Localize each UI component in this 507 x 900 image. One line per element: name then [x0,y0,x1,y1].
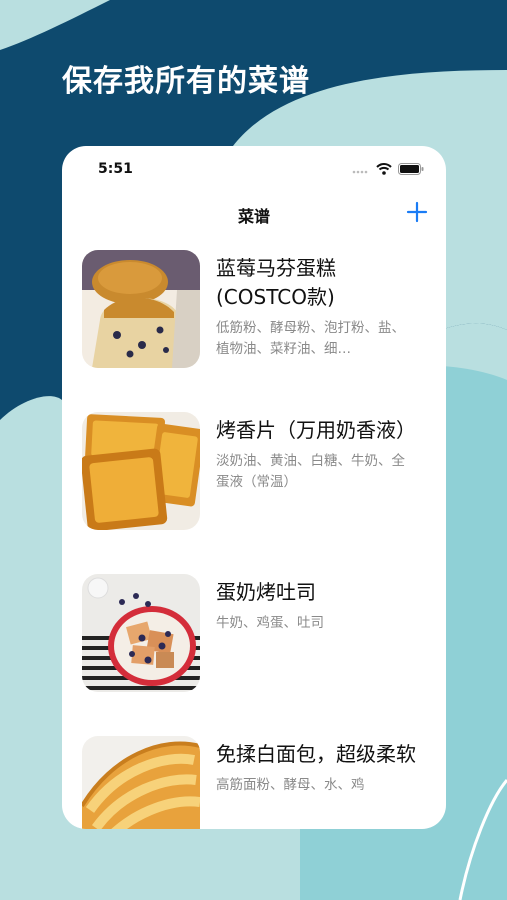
recipe-name: 蓝莓马芬蛋糕(COSTCO款) [216,256,336,309]
recipe-ingredients: 牛奶、鸡蛋、吐司 [216,615,324,631]
recipe-photo [82,736,200,829]
recipe-row[interactable]: 蓝莓马芬蛋糕(COSTCO款) 低筋粉、酵母粉、泡打粉、盐、植物油、菜籽油、细… [62,246,446,408]
recipe-photo [82,574,200,692]
recipe-ingredients: 淡奶油、黄油、白糖、牛奶、全蛋液（常温） [216,453,405,490]
recipe-row[interactable]: 烤香片（万用奶香液） 淡奶油、黄油、白糖、牛奶、全蛋液（常温） [62,408,446,570]
recipe-photo [82,250,200,368]
recipe-ingredients: 高筋面粉、酵母、水、鸡 [216,777,365,793]
recipe-info: 蓝莓马芬蛋糕(COSTCO款) 低筋粉、酵母粉、泡打粉、盐、植物油、菜籽油、细… [216,254,416,360]
nav-bar: 菜谱 [62,196,446,232]
plus-icon [406,201,428,223]
phone-screen: 5:51 菜谱 蓝莓马芬蛋糕(COSTCO款) 低筋粉、酵母粉、泡打粉、盐、植物… [62,146,446,829]
headline: 保存我所有的菜谱 [62,64,310,99]
recipe-info: 蛋奶烤吐司 牛奶、鸡蛋、吐司 [216,578,416,634]
recipe-info: 免揉白面包，超级柔软 高筋面粉、酵母、水、鸡 [216,740,416,796]
recipe-info: 烤香片（万用奶香液） 淡奶油、黄油、白糖、牛奶、全蛋液（常温） [216,416,416,493]
status-time: 5:51 [98,161,133,177]
page-title: 菜谱 [237,207,270,226]
battery-icon [398,163,424,175]
recipe-row[interactable]: 免揉白面包，超级柔软 高筋面粉、酵母、水、鸡 [62,732,446,829]
recipe-row[interactable]: 蛋奶烤吐司 牛奶、鸡蛋、吐司 [62,570,446,732]
status-bar: 5:51 [62,146,446,196]
recipe-list: 蓝莓马芬蛋糕(COSTCO款) 低筋粉、酵母粉、泡打粉、盐、植物油、菜籽油、细…… [62,246,446,829]
wifi-icon [376,163,392,175]
recipe-name: 蛋奶烤吐司 [216,580,316,604]
recipe-name: 免揉白面包，超级柔软 [216,742,416,766]
status-icons [352,163,424,175]
recipe-photo [82,412,200,530]
add-recipe-button[interactable] [404,199,430,225]
recipe-name: 烤香片（万用奶香液） [216,418,416,442]
recipe-ingredients: 低筋粉、酵母粉、泡打粉、盐、植物油、菜籽油、细… [216,320,405,357]
signal-icon [352,170,368,174]
